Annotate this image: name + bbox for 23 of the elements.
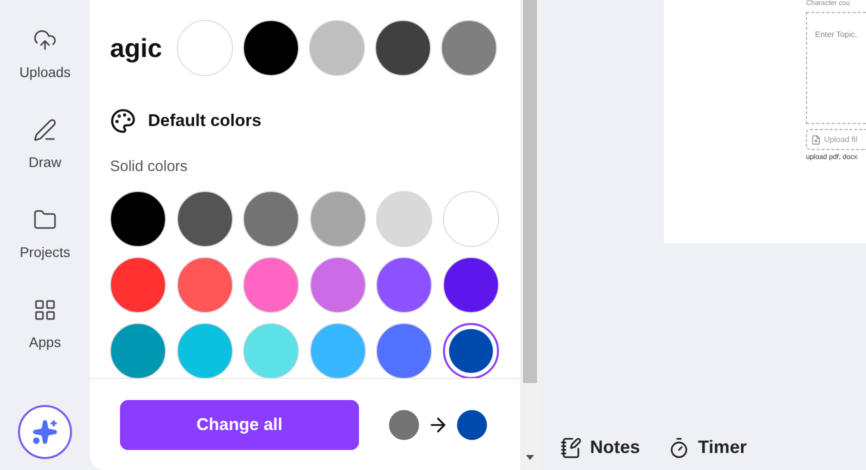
notes-icon — [560, 436, 582, 458]
pen-icon — [33, 118, 57, 142]
scroll-down-icon[interactable] — [526, 455, 534, 460]
apps-grid-icon — [33, 298, 57, 322]
sidebar-item[interactable]: Draw — [5, 118, 85, 208]
topic-field[interactable]: Enter Topic, — [806, 12, 866, 124]
toolbar-button[interactable]: Timer — [668, 430, 747, 465]
magic-button[interactable] — [18, 405, 72, 459]
palette-icon — [110, 108, 136, 134]
change-all-button[interactable]: Change all — [120, 400, 359, 450]
section-heading: Default colors — [148, 110, 262, 132]
subsection-heading: Solid colors — [110, 157, 189, 177]
sidebar-item[interactable]: Uploads — [5, 28, 85, 118]
sidebar-item[interactable]: Apps — [5, 298, 85, 388]
cloud-upload-icon — [33, 28, 57, 52]
brand-name: agic — [110, 32, 164, 64]
toolbar-button[interactable]: Notes — [560, 430, 640, 465]
sparkles-icon — [32, 419, 58, 445]
sidebar-item[interactable]: Projects — [5, 208, 85, 298]
scrollbar-thumb[interactable] — [523, 0, 537, 383]
placeholder-text: Enter Topic, — [815, 30, 858, 39]
folder-icon — [33, 208, 57, 232]
file-icon — [811, 134, 821, 144]
